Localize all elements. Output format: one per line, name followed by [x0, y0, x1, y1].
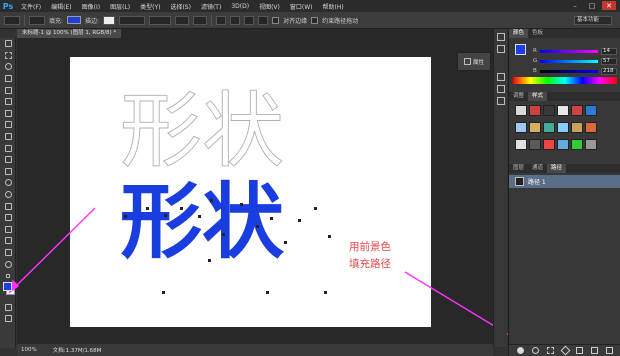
stroke-path-icon[interactable] [531, 347, 539, 354]
make-work-path-icon[interactable] [560, 345, 570, 356]
style-swatch[interactable] [557, 122, 569, 133]
style-swatch[interactable] [557, 105, 569, 116]
styles-grid [509, 101, 620, 158]
red-value[interactable]: 14 [601, 47, 617, 55]
status-bar: 100% 文档:1.37M/1.68M [17, 344, 493, 356]
path-thumbnail [515, 177, 524, 186]
color-spectrum-bar[interactable] [513, 77, 617, 84]
style-swatch[interactable] [571, 139, 583, 150]
properties-label: 属性 [472, 59, 484, 66]
tab-channels[interactable]: 通道 [528, 164, 547, 173]
tab-swatches[interactable]: 色板 [528, 29, 547, 38]
style-swatch[interactable] [529, 122, 541, 133]
style-swatch[interactable] [529, 139, 541, 150]
properties-icon[interactable] [496, 45, 505, 53]
tab-adjustments[interactable]: 调整 [509, 92, 528, 101]
history-icon[interactable] [496, 33, 505, 41]
blue-channel-label: B [533, 68, 537, 74]
character-icon[interactable] [496, 73, 505, 81]
style-swatch[interactable] [515, 122, 527, 133]
properties-flyout[interactable]: 属性 [457, 52, 491, 71]
collapsed-panel-strip [493, 29, 507, 347]
brush-preset-icon[interactable] [496, 97, 505, 105]
color-panel: R 14 G 57 B 218 [509, 38, 620, 86]
style-swatch[interactable] [571, 122, 583, 133]
tab-paths[interactable]: 路径 [547, 164, 567, 173]
blue-slider[interactable] [540, 69, 598, 73]
document-info[interactable]: 文档:1.37M/1.68M [53, 346, 102, 354]
blue-slider-row: B 218 [533, 67, 619, 75]
paths-panel-footer [509, 344, 620, 356]
green-slider-row: G 57 [533, 57, 619, 65]
fill-path-with-foreground-icon[interactable] [516, 347, 524, 354]
style-swatch[interactable] [585, 105, 597, 116]
properties-icon [463, 58, 471, 65]
style-swatch[interactable] [515, 105, 527, 116]
layers-panel-tabs: 图层 通道 路径 [509, 164, 620, 173]
style-swatch[interactable] [543, 122, 555, 133]
style-swatch[interactable] [585, 122, 597, 133]
path-name: 路径 1 [528, 179, 546, 186]
add-mask-icon[interactable] [576, 347, 584, 354]
style-swatch[interactable] [515, 139, 527, 150]
path-list-item[interactable]: 路径 1 [509, 175, 620, 188]
tab-color[interactable]: 颜色 [509, 29, 529, 38]
color-panel-tabs: 颜色 色板 [509, 29, 620, 38]
style-swatch[interactable] [585, 139, 597, 150]
blue-value[interactable]: 218 [601, 67, 617, 75]
green-value[interactable]: 57 [601, 57, 617, 65]
zoom-level[interactable]: 100% [21, 347, 37, 353]
green-channel-label: G [533, 58, 538, 64]
color-foreground-swatch[interactable] [515, 44, 526, 55]
arrow-to-foreground [13, 207, 96, 289]
tab-styles[interactable]: 样式 [528, 92, 548, 101]
style-swatch[interactable] [557, 139, 569, 150]
tab-layers[interactable]: 图层 [509, 164, 528, 173]
trash-icon[interactable] [606, 347, 614, 354]
styles-panel-tabs: 调整 样式 [509, 92, 620, 101]
red-slider[interactable] [540, 49, 598, 53]
style-swatch[interactable] [571, 105, 583, 116]
green-slider[interactable] [540, 59, 598, 63]
new-path-icon[interactable] [591, 347, 599, 354]
right-panels: 颜色 色板 R 14 G 57 B 218 调整 样式 图层 通道 路径 路径 … [508, 29, 620, 356]
style-swatch[interactable] [529, 105, 541, 116]
foreground-color-swatch[interactable] [3, 282, 12, 292]
load-path-as-selection-icon[interactable] [546, 347, 554, 354]
red-channel-label: R [533, 48, 537, 54]
paragraph-icon[interactable] [496, 85, 505, 93]
style-swatch[interactable] [543, 105, 555, 116]
red-slider-row: R 14 [533, 47, 619, 55]
style-swatch[interactable] [543, 139, 555, 150]
